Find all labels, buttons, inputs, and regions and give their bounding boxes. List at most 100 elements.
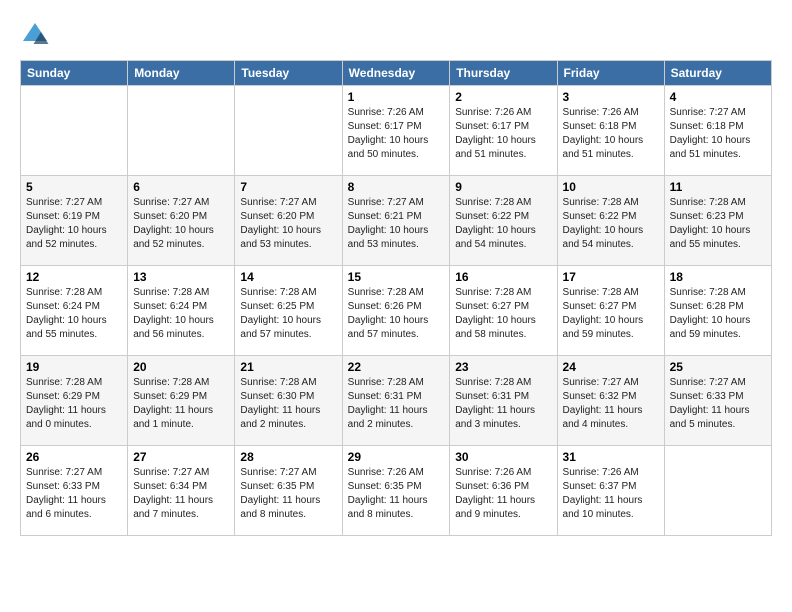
day-number: 4	[670, 90, 766, 104]
day-number: 17	[563, 270, 659, 284]
day-number: 18	[670, 270, 766, 284]
calendar-cell: 23 Sunrise: 7:28 AM Sunset: 6:31 PM Dayli…	[450, 356, 557, 446]
calendar-cell: 27 Sunrise: 7:27 AM Sunset: 6:34 PM Dayli…	[128, 446, 235, 536]
calendar-cell	[21, 86, 128, 176]
day-info: Sunrise: 7:27 AM Sunset: 6:35 PM Dayligh…	[240, 466, 336, 522]
calendar-cell: 22 Sunrise: 7:28 AM Sunset: 6:31 PM Dayli…	[342, 356, 450, 446]
day-number: 5	[26, 180, 122, 194]
day-number: 11	[670, 180, 766, 194]
calendar-cell: 29 Sunrise: 7:26 AM Sunset: 6:35 PM Dayli…	[342, 446, 450, 536]
day-info: Sunrise: 7:27 AM Sunset: 6:19 PM Dayligh…	[26, 196, 122, 252]
calendar-cell: 5 Sunrise: 7:27 AM Sunset: 6:19 PM Daylig…	[21, 176, 128, 266]
day-number: 3	[563, 90, 659, 104]
calendar-cell: 10Sunrise: 7:28 AM Sunset: 6:22 PM Dayli…	[557, 176, 664, 266]
day-number: 31	[563, 450, 659, 464]
calendar-cell: 28Sunrise: 7:27 AM Sunset: 6:35 PM Dayli…	[235, 446, 342, 536]
calendar-week-2: 5 Sunrise: 7:27 AM Sunset: 6:19 PM Daylig…	[21, 176, 772, 266]
calendar-cell: 1Sunrise: 7:26 AM Sunset: 6:17 PM Daylig…	[342, 86, 450, 176]
day-info: Sunrise: 7:27 AM Sunset: 6:32 PM Dayligh…	[563, 376, 659, 432]
calendar-cell: 19 Sunrise: 7:28 AM Sunset: 6:29 PM Dayli…	[21, 356, 128, 446]
calendar-cell	[128, 86, 235, 176]
day-number: 9	[455, 180, 551, 194]
day-info: Sunrise: 7:26 AM Sunset: 6:18 PM Dayligh…	[563, 106, 659, 162]
calendar-cell: 17 Sunrise: 7:28 AM Sunset: 6:27 PM Dayli…	[557, 266, 664, 356]
day-info: Sunrise: 7:26 AM Sunset: 6:36 PM Dayligh…	[455, 466, 551, 522]
day-info: Sunrise: 7:28 AM Sunset: 6:22 PM Dayligh…	[563, 196, 659, 252]
day-number: 24	[563, 360, 659, 374]
day-number: 23	[455, 360, 551, 374]
day-number: 30	[455, 450, 551, 464]
day-number: 2	[455, 90, 551, 104]
day-info: Sunrise: 7:28 AM Sunset: 6:23 PM Dayligh…	[670, 196, 766, 252]
day-info: Sunrise: 7:27 AM Sunset: 6:20 PM Dayligh…	[133, 196, 229, 252]
day-info: Sunrise: 7:27 AM Sunset: 6:34 PM Dayligh…	[133, 466, 229, 522]
calendar-weekday-saturday: Saturday	[664, 61, 771, 86]
calendar-weekday-thursday: Thursday	[450, 61, 557, 86]
day-info: Sunrise: 7:28 AM Sunset: 6:25 PM Dayligh…	[240, 286, 336, 342]
calendar-cell: 4 Sunrise: 7:27 AM Sunset: 6:18 PM Daylig…	[664, 86, 771, 176]
day-info: Sunrise: 7:28 AM Sunset: 6:29 PM Dayligh…	[133, 376, 229, 432]
day-number: 6	[133, 180, 229, 194]
day-info: Sunrise: 7:28 AM Sunset: 6:30 PM Dayligh…	[240, 376, 336, 432]
day-number: 25	[670, 360, 766, 374]
day-info: Sunrise: 7:28 AM Sunset: 6:28 PM Dayligh…	[670, 286, 766, 342]
day-info: Sunrise: 7:26 AM Sunset: 6:17 PM Dayligh…	[348, 106, 445, 162]
calendar-cell: 20 Sunrise: 7:28 AM Sunset: 6:29 PM Dayli…	[128, 356, 235, 446]
calendar-table: SundayMondayTuesdayWednesdayThursdayFrid…	[20, 60, 772, 536]
calendar-cell: 18 Sunrise: 7:28 AM Sunset: 6:28 PM Dayli…	[664, 266, 771, 356]
day-info: Sunrise: 7:28 AM Sunset: 6:26 PM Dayligh…	[348, 286, 445, 342]
calendar-cell	[664, 446, 771, 536]
calendar-week-4: 19 Sunrise: 7:28 AM Sunset: 6:29 PM Dayli…	[21, 356, 772, 446]
calendar-cell: 31Sunrise: 7:26 AM Sunset: 6:37 PM Dayli…	[557, 446, 664, 536]
calendar-cell: 2 Sunrise: 7:26 AM Sunset: 6:17 PM Daylig…	[450, 86, 557, 176]
day-number: 22	[348, 360, 445, 374]
day-number: 20	[133, 360, 229, 374]
day-info: Sunrise: 7:28 AM Sunset: 6:31 PM Dayligh…	[455, 376, 551, 432]
calendar-cell: 9 Sunrise: 7:28 AM Sunset: 6:22 PM Daylig…	[450, 176, 557, 266]
day-number: 7	[240, 180, 336, 194]
day-info: Sunrise: 7:28 AM Sunset: 6:24 PM Dayligh…	[26, 286, 122, 342]
day-info: Sunrise: 7:26 AM Sunset: 6:35 PM Dayligh…	[348, 466, 445, 522]
day-number: 29	[348, 450, 445, 464]
day-info: Sunrise: 7:27 AM Sunset: 6:33 PM Dayligh…	[670, 376, 766, 432]
day-info: Sunrise: 7:28 AM Sunset: 6:31 PM Dayligh…	[348, 376, 445, 432]
day-number: 12	[26, 270, 122, 284]
calendar-cell: 11 Sunrise: 7:28 AM Sunset: 6:23 PM Dayli…	[664, 176, 771, 266]
day-number: 21	[240, 360, 336, 374]
calendar-cell: 3 Sunrise: 7:26 AM Sunset: 6:18 PM Daylig…	[557, 86, 664, 176]
calendar-cell: 7Sunrise: 7:27 AM Sunset: 6:20 PM Daylig…	[235, 176, 342, 266]
calendar-cell: 21 Sunrise: 7:28 AM Sunset: 6:30 PM Dayli…	[235, 356, 342, 446]
day-info: Sunrise: 7:26 AM Sunset: 6:17 PM Dayligh…	[455, 106, 551, 162]
calendar-cell: 8Sunrise: 7:27 AM Sunset: 6:21 PM Daylig…	[342, 176, 450, 266]
calendar-week-5: 26Sunrise: 7:27 AM Sunset: 6:33 PM Dayli…	[21, 446, 772, 536]
day-info: Sunrise: 7:27 AM Sunset: 6:18 PM Dayligh…	[670, 106, 766, 162]
day-number: 13	[133, 270, 229, 284]
day-number: 16	[455, 270, 551, 284]
day-number: 19	[26, 360, 122, 374]
day-number: 14	[240, 270, 336, 284]
calendar-weekday-monday: Monday	[128, 61, 235, 86]
day-info: Sunrise: 7:28 AM Sunset: 6:27 PM Dayligh…	[455, 286, 551, 342]
calendar-cell: 13 Sunrise: 7:28 AM Sunset: 6:24 PM Dayli…	[128, 266, 235, 356]
calendar-weekday-friday: Friday	[557, 61, 664, 86]
day-number: 26	[26, 450, 122, 464]
day-info: Sunrise: 7:28 AM Sunset: 6:29 PM Dayligh…	[26, 376, 122, 432]
calendar-cell: 25 Sunrise: 7:27 AM Sunset: 6:33 PM Dayli…	[664, 356, 771, 446]
day-info: Sunrise: 7:28 AM Sunset: 6:24 PM Dayligh…	[133, 286, 229, 342]
calendar-cell: 30 Sunrise: 7:26 AM Sunset: 6:36 PM Dayli…	[450, 446, 557, 536]
day-number: 27	[133, 450, 229, 464]
day-info: Sunrise: 7:28 AM Sunset: 6:27 PM Dayligh…	[563, 286, 659, 342]
calendar-cell: 16 Sunrise: 7:28 AM Sunset: 6:27 PM Dayli…	[450, 266, 557, 356]
calendar-week-1: 1Sunrise: 7:26 AM Sunset: 6:17 PM Daylig…	[21, 86, 772, 176]
day-number: 8	[348, 180, 445, 194]
calendar-cell: 26Sunrise: 7:27 AM Sunset: 6:33 PM Dayli…	[21, 446, 128, 536]
calendar-cell	[235, 86, 342, 176]
day-number: 15	[348, 270, 445, 284]
logo-icon	[20, 20, 50, 50]
calendar-cell: 15 Sunrise: 7:28 AM Sunset: 6:26 PM Dayli…	[342, 266, 450, 356]
calendar-weekday-tuesday: Tuesday	[235, 61, 342, 86]
day-info: Sunrise: 7:28 AM Sunset: 6:22 PM Dayligh…	[455, 196, 551, 252]
calendar-week-3: 12 Sunrise: 7:28 AM Sunset: 6:24 PM Dayli…	[21, 266, 772, 356]
page-header	[20, 20, 772, 50]
calendar-cell: 14 Sunrise: 7:28 AM Sunset: 6:25 PM Dayli…	[235, 266, 342, 356]
